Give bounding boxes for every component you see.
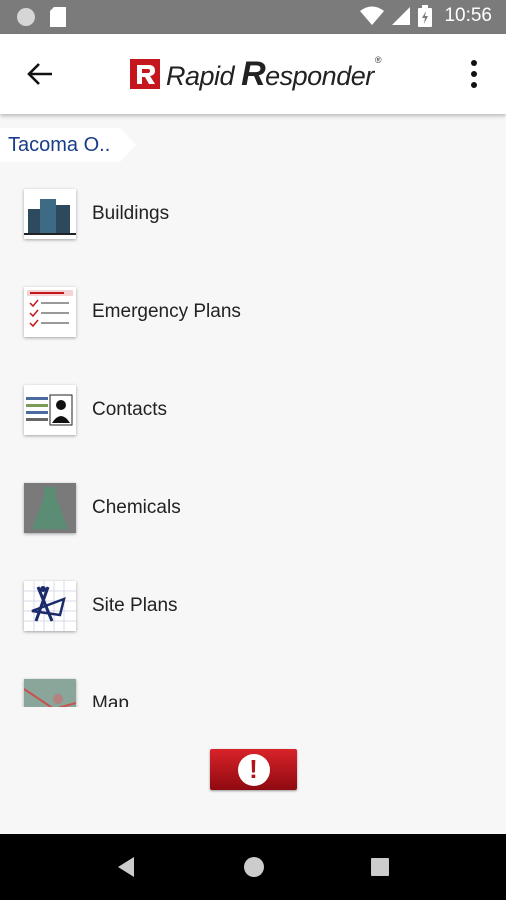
app-bar: Rapid Responder®	[0, 34, 506, 114]
list-item-map[interactable]: Map	[0, 655, 506, 707]
logo-r-icon	[130, 59, 160, 89]
logo-text-r: R	[241, 54, 266, 93]
system-nav-bar	[0, 834, 506, 900]
nav-back-icon[interactable]	[118, 857, 134, 877]
list-item-chemicals[interactable]: Chemicals	[0, 459, 506, 557]
list-item-emergency-plans[interactable]: Emergency Plans	[0, 263, 506, 361]
sd-card-icon	[50, 7, 66, 27]
list-item-label: Buildings	[92, 203, 170, 224]
logo-text-esponder: esponder	[265, 60, 374, 91]
chemicals-icon	[24, 483, 76, 533]
more-vert-dot	[471, 71, 477, 77]
exclamation-icon: !	[237, 753, 270, 786]
site-plans-icon	[24, 581, 76, 631]
list-item-buildings[interactable]: Buildings	[0, 165, 506, 263]
overflow-menu-button[interactable]	[462, 56, 486, 92]
status-time: 10:56	[444, 5, 492, 26]
rapid-responder-logo: Rapid Responder®	[130, 52, 381, 96]
nav-home-icon[interactable]	[244, 857, 264, 877]
logo-text-rapid: Rapid	[166, 60, 235, 91]
list-item-label: Contacts	[92, 399, 167, 420]
status-bar: 10:56	[0, 0, 506, 34]
breadcrumb[interactable]: Tacoma O..	[0, 128, 137, 162]
list-item-label: Map	[92, 693, 129, 707]
arrow-left-icon	[27, 63, 52, 85]
nav-recents-icon[interactable]	[371, 858, 389, 876]
menu-list: Buildings Emergency Plans Contacts Chemi…	[0, 165, 506, 707]
logo-registered-mark: ®	[374, 54, 382, 65]
more-vert-icon	[471, 60, 477, 66]
signal-icon	[392, 7, 411, 25]
wifi-icon	[360, 6, 385, 25]
list-item-label: Emergency Plans	[92, 301, 241, 322]
list-item-label: Chemicals	[92, 497, 181, 518]
notification-dot-icon	[17, 8, 35, 26]
contacts-icon	[24, 385, 76, 435]
battery-icon	[418, 5, 433, 27]
buildings-icon	[24, 189, 76, 239]
emergency-plans-icon	[24, 287, 76, 337]
more-vert-dot	[471, 82, 477, 88]
emergency-alert-button[interactable]: !	[210, 749, 297, 790]
back-button[interactable]	[20, 56, 60, 92]
map-icon	[24, 679, 76, 707]
list-item-site-plans[interactable]: Site Plans	[0, 557, 506, 655]
list-item-contacts[interactable]: Contacts	[0, 361, 506, 459]
list-item-label: Site Plans	[92, 595, 178, 616]
